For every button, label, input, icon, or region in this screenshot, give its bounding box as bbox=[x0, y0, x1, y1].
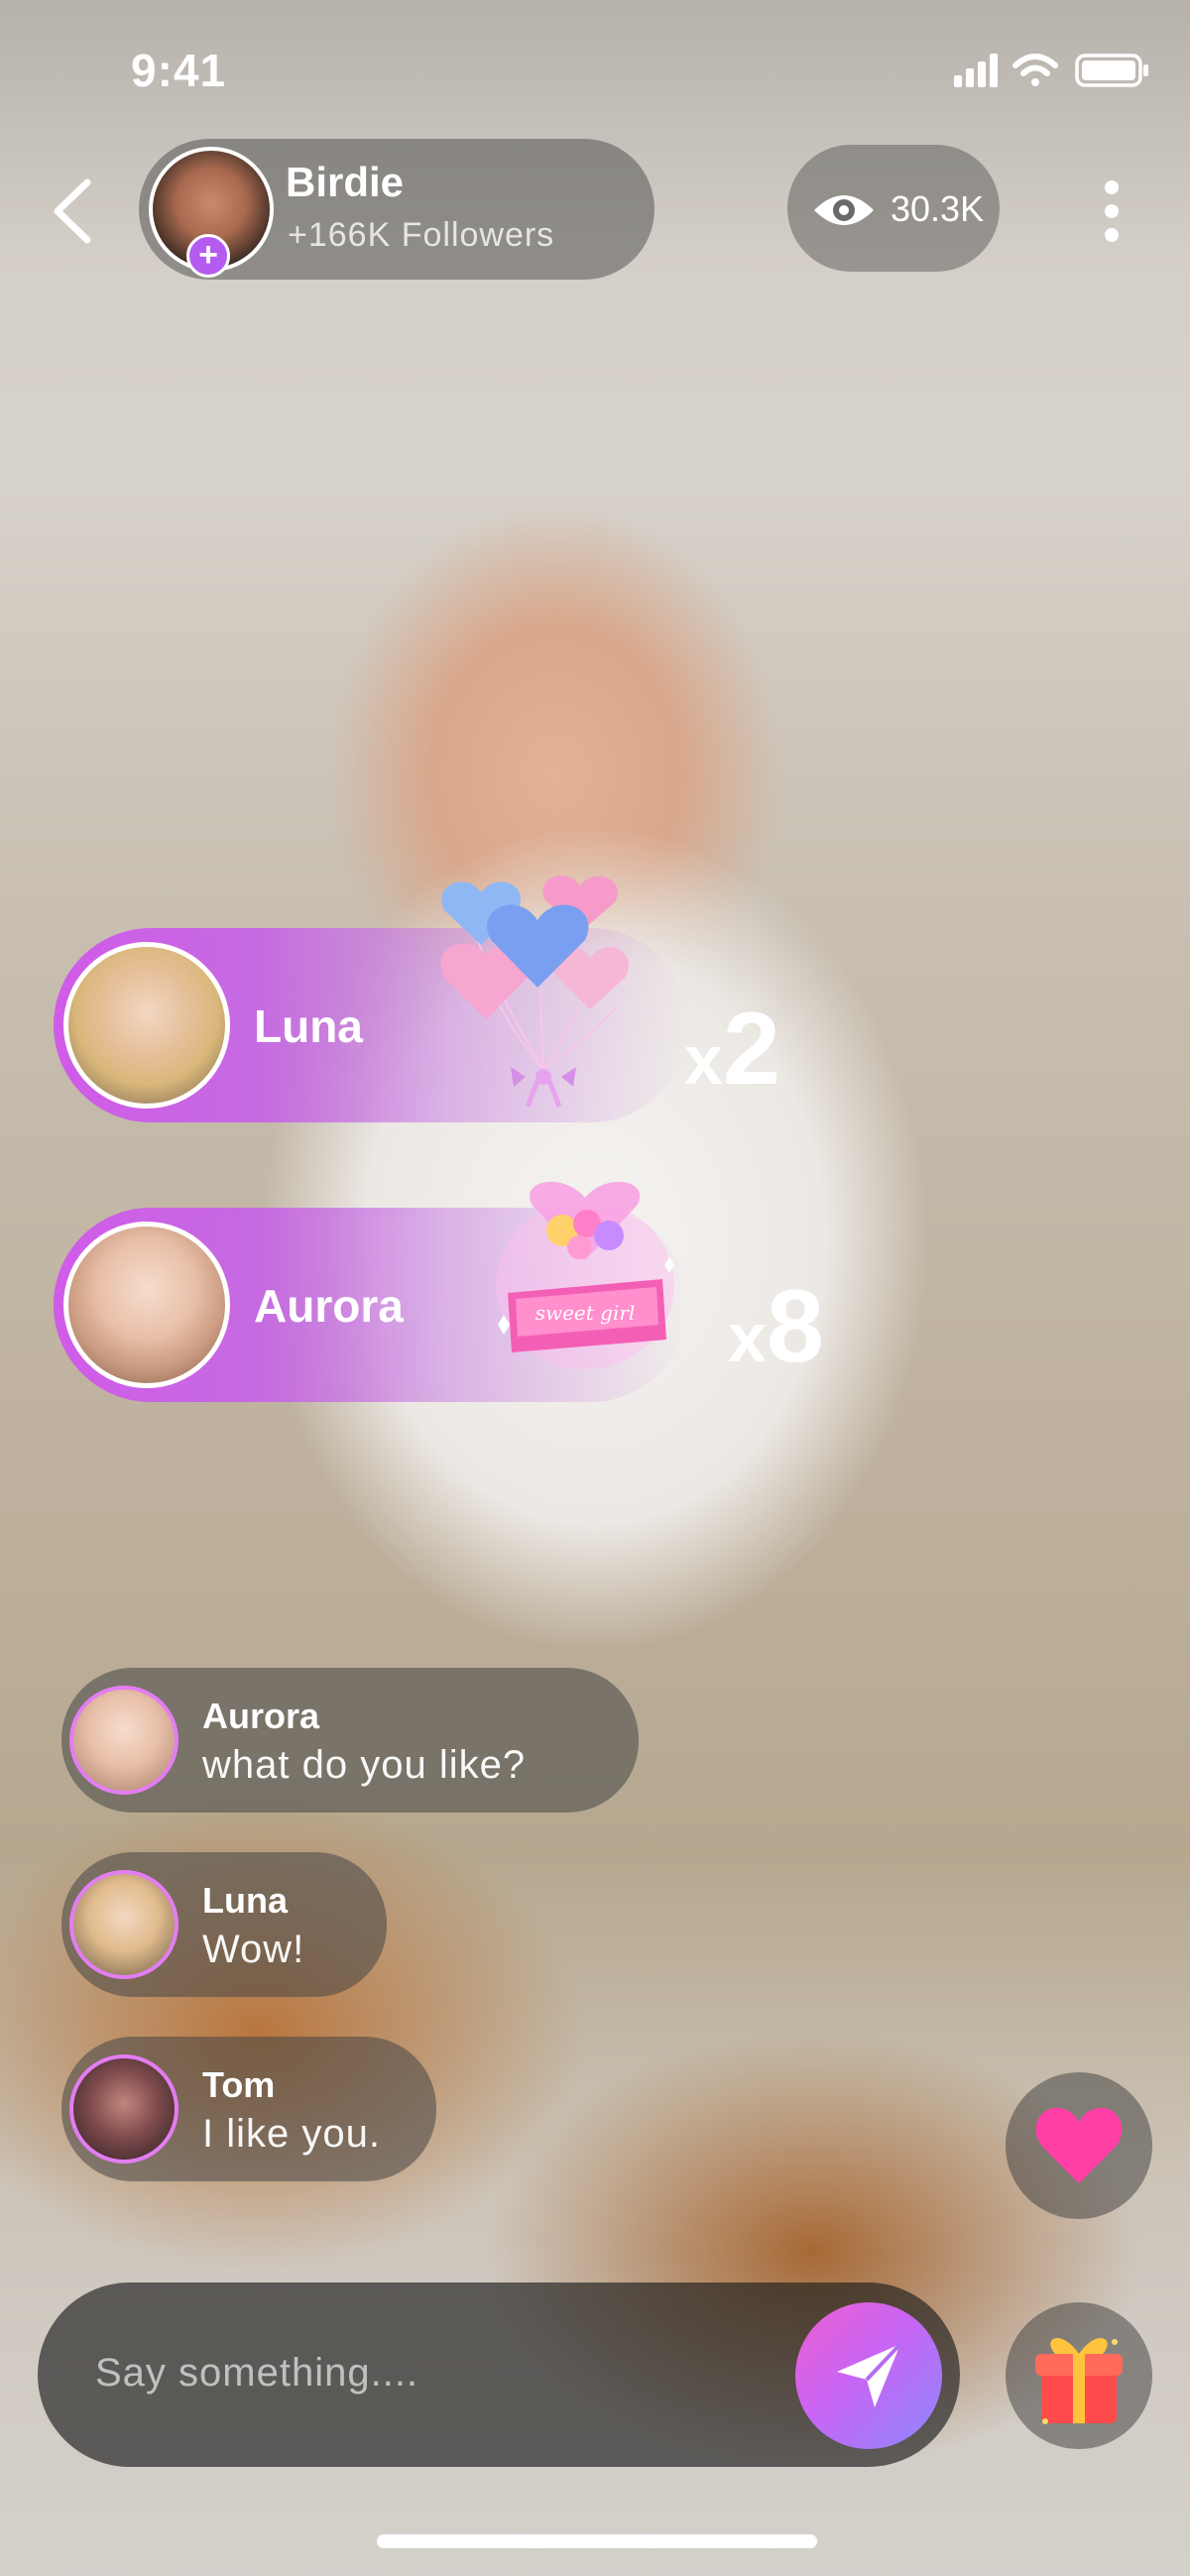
chat-username: Luna bbox=[202, 1880, 288, 1921]
chat-avatar[interactable] bbox=[69, 1686, 178, 1795]
chat-text: what do you like? bbox=[202, 1743, 527, 1787]
send-icon bbox=[837, 2342, 902, 2407]
like-button[interactable] bbox=[1006, 2072, 1152, 2219]
gift-combo-count: x8 bbox=[728, 1269, 824, 1384]
send-button[interactable] bbox=[795, 2302, 942, 2449]
gift-box-icon bbox=[1035, 2338, 1123, 2424]
wifi-icon bbox=[1012, 54, 1058, 86]
battery-icon bbox=[1075, 54, 1148, 87]
status-time: 9:41 bbox=[131, 45, 227, 96]
status-icons bbox=[954, 54, 1148, 87]
gift-combo-count: x2 bbox=[684, 992, 780, 1107]
gift-sender-avatar[interactable] bbox=[63, 1222, 230, 1388]
eye-icon bbox=[814, 195, 874, 225]
home-indicator[interactable] bbox=[377, 2534, 817, 2548]
chat-username: Aurora bbox=[202, 1696, 320, 1736]
gift-box-label: sweet girl bbox=[536, 1301, 636, 1325]
viewer-count: 30.3K bbox=[891, 188, 985, 229]
host-name: Birdie bbox=[286, 159, 405, 205]
more-options-icon[interactable] bbox=[1101, 176, 1123, 246]
message-input-placeholder: Say something.... bbox=[95, 2351, 419, 2395]
chat-avatar[interactable] bbox=[69, 2054, 178, 2164]
gift-sender-avatar[interactable] bbox=[63, 942, 230, 1109]
gift-sender-name: Aurora bbox=[254, 1280, 404, 1332]
follow-plus-icon[interactable]: + bbox=[186, 234, 230, 278]
gift-sender-name: Luna bbox=[254, 1000, 363, 1052]
back-button[interactable] bbox=[48, 176, 99, 246]
chat-username: Tom bbox=[202, 2064, 276, 2105]
heart-balloons-icon bbox=[440, 876, 629, 1108]
signal-icon bbox=[954, 54, 998, 87]
heart-icon bbox=[1035, 2107, 1123, 2183]
chat-avatar[interactable] bbox=[69, 1870, 178, 1979]
sweet-girl-gift-box-icon: sweet girl bbox=[496, 1181, 674, 1369]
chat-text: I like you. bbox=[202, 2112, 381, 2156]
chat-text: Wow! bbox=[202, 1928, 305, 1971]
host-followers: +166K Followers bbox=[288, 216, 555, 254]
gift-button[interactable] bbox=[1006, 2302, 1152, 2449]
